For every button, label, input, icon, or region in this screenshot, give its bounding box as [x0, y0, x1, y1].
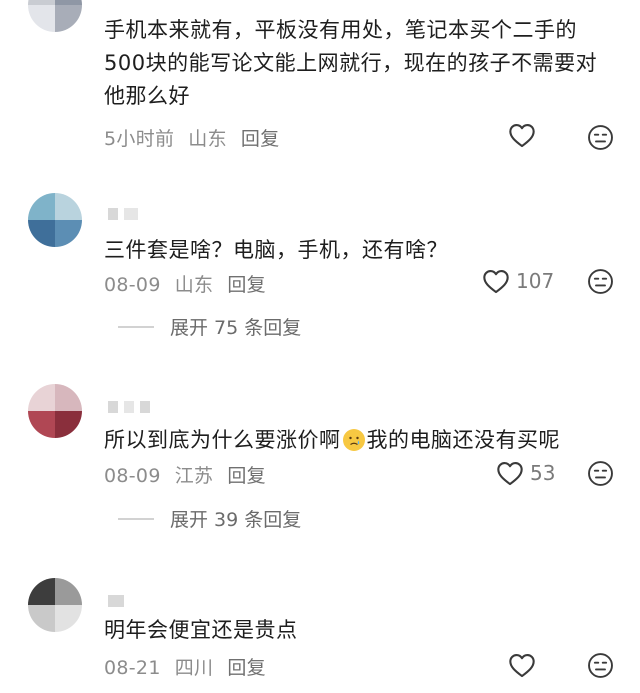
comment-location: 山东 [188, 128, 227, 150]
comment-meta: 08-09 山东 回复 [104, 270, 280, 297]
like-button[interactable] [508, 122, 536, 148]
like-count: 107 [516, 269, 555, 293]
crying-face-emoji [342, 429, 365, 451]
username[interactable] [108, 396, 156, 413]
divider-line [118, 517, 154, 520]
reply-button[interactable]: 回复 [227, 657, 266, 679]
heart-outline-icon [497, 462, 523, 486]
reply-button[interactable]: 回复 [227, 465, 266, 487]
meh-face-icon [588, 125, 613, 150]
comment-meta: 08-21 四川 回复 [104, 653, 280, 680]
dislike-button[interactable] [587, 268, 614, 295]
avatar[interactable] [28, 193, 82, 247]
dislike-button[interactable] [587, 460, 614, 487]
dislike-button[interactable] [587, 652, 614, 679]
username[interactable] [108, 590, 130, 607]
heart-outline-icon [509, 124, 535, 148]
comment-time: 08-21 [104, 657, 161, 679]
expand-replies-button[interactable]: 展开 39 条回复 [118, 505, 301, 532]
comment-text-part: 我的电脑还没有买呢 [366, 428, 560, 452]
comment-text: 所以到底为什么要涨价啊 我的电脑还没有买呢 [104, 424, 614, 457]
comment-location: 江苏 [174, 465, 214, 487]
meh-face-icon [588, 461, 613, 486]
comment-text: 明年会便宜还是贵点 [104, 618, 298, 642]
comment-time: 08-09 [104, 465, 161, 487]
comment-time: 5小时前 [104, 128, 175, 150]
comment-meta: 08-09 江苏 回复 [104, 461, 280, 488]
comment-location: 山东 [174, 274, 214, 296]
comment-text: 手机本来就有，平板没有用处，笔记本买个二手的500块的能写论文能上网就行，现在的… [104, 18, 598, 108]
meh-face-icon [588, 269, 613, 294]
expand-replies-label: 展开 39 条回复 [170, 509, 302, 531]
heart-outline-icon [509, 654, 535, 678]
expand-replies-label: 展开 75 条回复 [170, 317, 302, 339]
comment-time: 08-09 [104, 274, 161, 296]
avatar[interactable] [28, 384, 82, 438]
reply-button[interactable]: 回复 [227, 274, 266, 296]
like-button[interactable]: 53 [496, 460, 555, 486]
like-count: 53 [530, 461, 556, 485]
like-button[interactable] [508, 652, 536, 678]
username[interactable] [108, 203, 144, 220]
dislike-button[interactable] [587, 124, 614, 151]
like-button[interactable]: 107 [482, 268, 554, 294]
divider-line [118, 325, 154, 328]
expand-replies-button[interactable]: 展开 75 条回复 [118, 313, 301, 340]
comment-text: 三件套是啥？电脑，手机，还有啥？ [104, 238, 448, 262]
comment-meta: 5小时前 山东 回复 [104, 124, 294, 151]
avatar[interactable] [28, 578, 82, 632]
avatar[interactable] [28, 0, 82, 32]
comment-location: 四川 [174, 657, 214, 679]
reply-button[interactable]: 回复 [241, 128, 280, 150]
heart-outline-icon [483, 270, 509, 294]
meh-face-icon [588, 653, 613, 678]
comment-text-part: 所以到底为什么要涨价啊 [104, 428, 341, 452]
